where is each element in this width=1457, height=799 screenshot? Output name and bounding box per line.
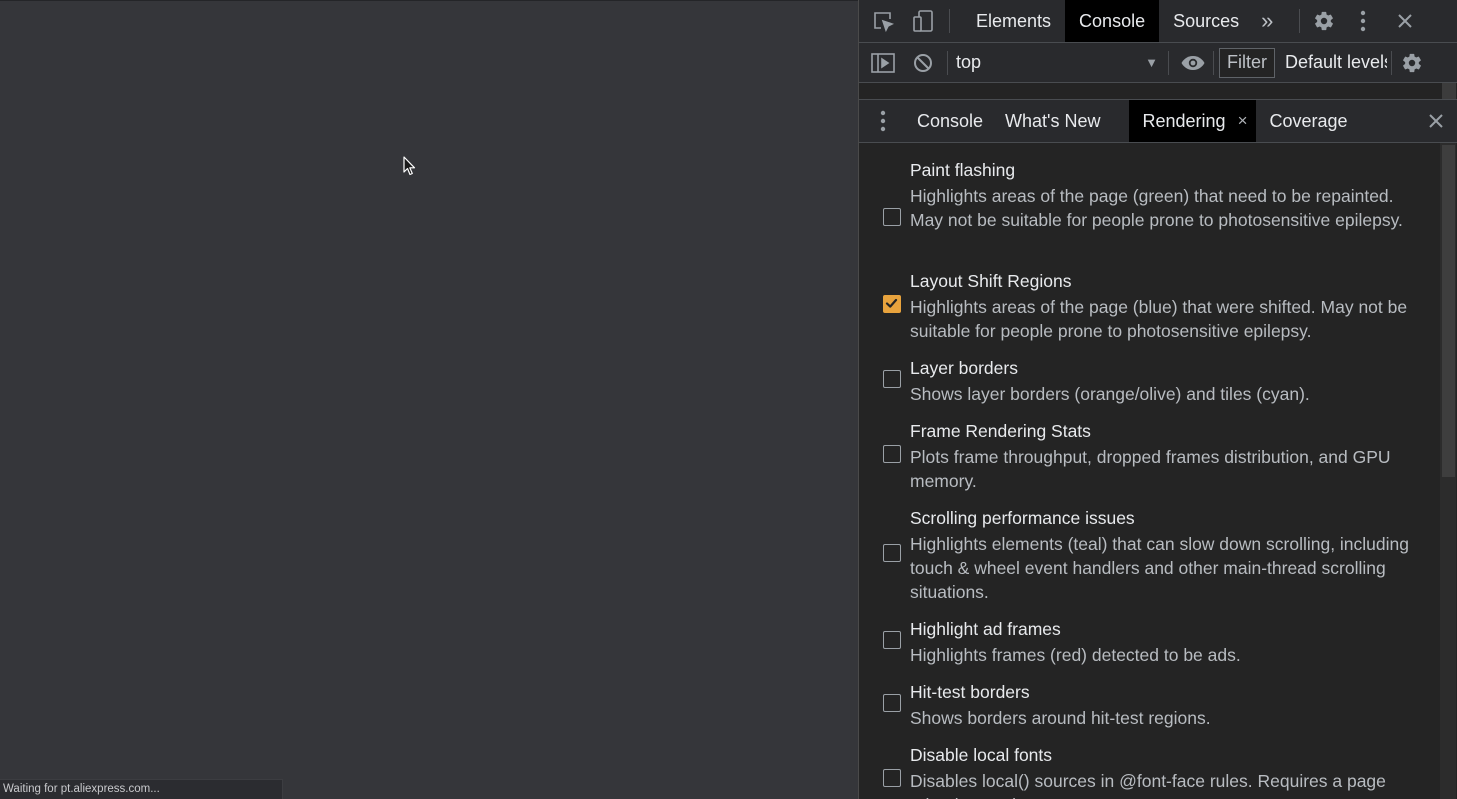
main-tabbar: Elements Console Sources » xyxy=(859,0,1457,43)
rendering-option-title[interactable]: Frame Rendering Stats xyxy=(910,421,1091,442)
live-expression-eye-icon[interactable] xyxy=(1173,43,1213,83)
drawer-tab-console[interactable]: Console xyxy=(907,100,993,142)
drawer-tab-rendering[interactable]: Rendering × xyxy=(1128,100,1256,142)
devtools-panel: Elements Console Sources » top ▼ Filter … xyxy=(858,0,1457,799)
drawer-tabbar: Console What's New Rendering × Coverage xyxy=(859,100,1457,143)
mouse-cursor-icon xyxy=(403,156,416,176)
settings-gear-icon[interactable] xyxy=(1306,1,1342,41)
console-settings-gear-icon[interactable] xyxy=(1392,43,1432,83)
context-selector-value: top xyxy=(956,52,982,72)
rendering-option-title[interactable]: Hit-test borders xyxy=(910,682,1030,703)
toolbar-divider xyxy=(949,9,950,33)
close-devtools-icon[interactable] xyxy=(1384,1,1426,41)
device-toolbar-icon[interactable] xyxy=(903,1,943,41)
rendering-option-description: Highlights elements (teal) that can slow… xyxy=(910,534,1409,602)
rendering-option-checkbox[interactable] xyxy=(883,631,901,649)
rendering-option-description: Highlights frames (red) detected to be a… xyxy=(910,645,1241,665)
more-options-icon[interactable] xyxy=(1342,1,1384,41)
rendering-option-checkbox[interactable] xyxy=(883,208,901,226)
show-sidebar-icon[interactable] xyxy=(863,43,903,83)
toolbar-divider xyxy=(1213,50,1214,75)
tab-console[interactable]: Console xyxy=(1065,0,1160,42)
log-levels-dropdown[interactable]: Default levels xyxy=(1275,52,1387,73)
rendering-option-title[interactable]: Layout Shift Regions xyxy=(910,271,1072,292)
context-selector[interactable]: top ▼ xyxy=(948,43,1168,83)
rendering-option-description: Highlights areas of the page (green) tha… xyxy=(910,186,1403,230)
console-scrollbar[interactable] xyxy=(1442,83,1456,99)
drawer-menu-icon[interactable] xyxy=(859,101,907,141)
console-toolbar: top ▼ Filter Default levels xyxy=(859,43,1457,83)
rendering-option-title[interactable]: Layer borders xyxy=(910,358,1018,379)
console-output[interactable] xyxy=(859,83,1457,100)
rendering-option-title[interactable]: Scrolling performance issues xyxy=(910,508,1135,529)
rendering-option-description: Highlights areas of the page (blue) that… xyxy=(910,297,1408,341)
rendering-option-checkbox[interactable] xyxy=(883,769,901,787)
tab-elements[interactable]: Elements xyxy=(962,0,1065,42)
rendering-option-description: Plots frame throughput, dropped frames d… xyxy=(910,447,1391,491)
drawer-tab-whats-new[interactable]: What's New xyxy=(993,100,1114,142)
rendering-option-checkbox[interactable] xyxy=(883,295,901,313)
clear-console-icon[interactable] xyxy=(903,43,943,83)
toolbar-divider xyxy=(1299,9,1301,33)
status-bar: Waiting for pt.aliexpress.com... xyxy=(0,779,283,799)
page-viewport[interactable]: Waiting for pt.aliexpress.com... xyxy=(0,0,858,799)
dropdown-arrow-icon: ▼ xyxy=(1145,55,1158,70)
toolbar-divider xyxy=(1168,50,1169,75)
filter-input[interactable]: Filter xyxy=(1219,47,1275,78)
rendering-option-description: Shows borders around hit-test regions. xyxy=(910,708,1211,728)
rendering-option-description: Disables local() sources in @font-face r… xyxy=(910,771,1386,799)
tab-sources[interactable]: Sources xyxy=(1159,0,1253,42)
rendering-option-checkbox[interactable] xyxy=(883,370,901,388)
rendering-option-checkbox[interactable] xyxy=(883,445,901,463)
rendering-option-checkbox[interactable] xyxy=(883,694,901,712)
rendering-option-description: Shows layer borders (orange/olive) and t… xyxy=(910,384,1310,404)
rendering-panel: Paint flashing Highlights areas of the pa… xyxy=(859,143,1457,799)
rendering-option-checkbox[interactable] xyxy=(883,544,901,562)
inspect-element-icon[interactable] xyxy=(863,1,903,41)
rendering-option-title[interactable]: Paint flashing xyxy=(910,160,1015,181)
more-tabs-icon[interactable]: » xyxy=(1253,0,1281,42)
rendering-option-title[interactable]: Disable local fonts xyxy=(910,745,1052,766)
close-drawer-icon[interactable] xyxy=(1414,101,1457,141)
close-tab-icon[interactable]: × xyxy=(1238,111,1248,131)
drawer-tab-rendering-label: Rendering xyxy=(1142,110,1226,131)
rendering-scrollbar[interactable] xyxy=(1440,143,1456,799)
scrollbar-thumb[interactable] xyxy=(1442,145,1455,477)
rendering-option-title[interactable]: Highlight ad frames xyxy=(910,619,1061,640)
drawer-tab-coverage[interactable]: Coverage xyxy=(1256,100,1362,142)
